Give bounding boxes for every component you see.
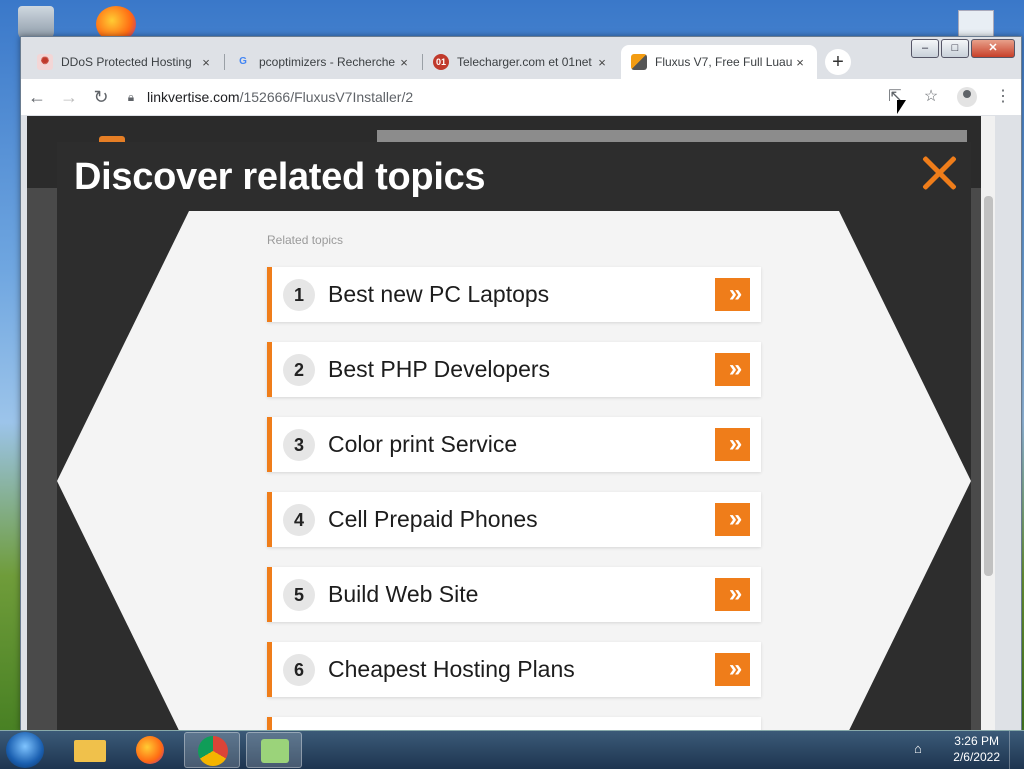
topic-label[interactable]: Color print Service	[328, 431, 715, 458]
tab-title: Telecharger.com et 01net	[457, 55, 592, 69]
tab-google-search[interactable]: G pcoptimizers - Recherche ×	[225, 45, 423, 79]
app-taskbar-icon[interactable]	[246, 732, 302, 768]
decor-left-chevron	[57, 211, 189, 481]
modal-title: Discover related topics	[74, 156, 486, 198]
page-viewport: Discover related topics Related topics 1…	[27, 116, 995, 731]
page-scrollbar[interactable]	[981, 116, 995, 731]
topic-item[interactable]: 5 Build Web Site »	[267, 567, 761, 622]
url-path: /152666/FluxusV7Installer/2	[239, 89, 414, 105]
decor-left-chevron	[57, 481, 189, 731]
clock-date: 2/6/2022	[953, 750, 1000, 764]
url-host: linkvertise.com	[147, 89, 240, 105]
close-tab-icon[interactable]: ×	[397, 55, 411, 70]
topic-item[interactable]: 3 Color print Service »	[267, 417, 761, 472]
browser-window: – □ ✕ ✺ DDoS Protected Hosting × G pcopt…	[20, 36, 1022, 732]
decor-right-chevron	[839, 481, 971, 731]
tab-ddos-hosting[interactable]: ✺ DDoS Protected Hosting ×	[27, 45, 225, 79]
tab-strip: ✺ DDoS Protected Hosting × G pcoptimizer…	[27, 45, 851, 79]
01net-favicon-icon: 01	[433, 54, 449, 70]
topic-item[interactable]: 4 Cell Prepaid Phones »	[267, 492, 761, 547]
topic-label[interactable]: Best PHP Developers	[328, 356, 715, 383]
bookmark-star-icon[interactable]: ☆	[913, 81, 949, 113]
new-tab-button[interactable]: +	[825, 49, 851, 75]
close-tab-icon[interactable]: ×	[793, 55, 807, 70]
topic-item[interactable]: 6 Cheapest Hosting Plans »	[267, 642, 761, 697]
topic-item-partial[interactable]	[267, 717, 761, 731]
minimize-button[interactable]: –	[911, 39, 939, 58]
topic-item[interactable]: 1 Best new PC Laptops »	[267, 267, 761, 322]
system-clock[interactable]: 3:26 PM 2/6/2022	[953, 733, 1000, 765]
topic-number: 1	[283, 278, 315, 311]
window-controls: – □ ✕	[911, 39, 1015, 58]
close-window-button[interactable]: ✕	[971, 39, 1015, 58]
tab-telecharger[interactable]: 01 Telecharger.com et 01net ×	[423, 45, 619, 79]
chrome-taskbar-icon[interactable]	[184, 732, 240, 768]
google-favicon-icon: G	[239, 56, 247, 67]
menu-kebab-icon[interactable]: ⋮	[985, 81, 1021, 113]
double-chevron-right-icon[interactable]: »	[715, 353, 750, 386]
topic-number: 2	[283, 353, 315, 386]
taskbar: ⌂ 3:26 PM 2/6/2022	[0, 730, 1024, 769]
close-tab-icon[interactable]: ×	[199, 55, 213, 70]
topic-label[interactable]: Cheapest Hosting Plans	[328, 656, 715, 683]
scroll-thumb[interactable]	[984, 196, 993, 576]
topic-label[interactable]: Best new PC Laptops	[328, 281, 715, 308]
topic-label[interactable]: Cell Prepaid Phones	[328, 506, 715, 533]
topic-label[interactable]: Build Web Site	[328, 581, 715, 608]
browser-toolbar: ← → ↻ 🔒︎ linkvertise.com/152666/FluxusV7…	[21, 79, 1021, 115]
mouse-cursor-icon	[897, 100, 906, 114]
ddos-favicon-icon: ✺	[37, 54, 53, 70]
lock-icon[interactable]: 🔒︎	[123, 90, 139, 105]
start-button-icon[interactable]	[6, 732, 44, 768]
related-topics-label: Related topics	[267, 233, 344, 247]
double-chevron-right-icon[interactable]: »	[715, 503, 750, 536]
topic-item[interactable]: 2 Best PHP Developers »	[267, 342, 761, 397]
double-chevron-right-icon[interactable]: »	[715, 578, 750, 611]
related-topics-modal: Discover related topics Related topics 1…	[57, 142, 971, 731]
topic-number: 6	[283, 653, 315, 686]
close-x-icon[interactable]	[921, 154, 957, 190]
topic-number: 3	[283, 428, 315, 461]
file-explorer-icon[interactable]	[62, 732, 118, 768]
tab-title: DDoS Protected Hosting	[61, 55, 192, 69]
double-chevron-right-icon[interactable]: »	[715, 653, 750, 686]
tab-title: pcoptimizers - Recherche	[259, 55, 396, 69]
tab-title: Fluxus V7, Free Full Luau	[655, 55, 793, 69]
maximize-button[interactable]: □	[941, 39, 969, 58]
tab-fluxus[interactable]: Fluxus V7, Free Full Luau ×	[621, 45, 817, 79]
decor-right-chevron	[839, 211, 971, 481]
show-desktop-button[interactable]	[1009, 731, 1024, 769]
double-chevron-right-icon[interactable]: »	[715, 278, 750, 311]
modal-header: Discover related topics	[57, 142, 971, 211]
back-arrow-icon[interactable]: ←	[21, 81, 53, 113]
topic-number: 4	[283, 503, 315, 536]
topic-list: 1 Best new PC Laptops » 2 Best PHP Devel…	[267, 267, 761, 731]
recycle-bin-icon[interactable]	[18, 6, 54, 40]
double-chevron-right-icon[interactable]: »	[715, 428, 750, 461]
close-tab-icon[interactable]: ×	[595, 55, 609, 70]
address-bar[interactable]: 🔒︎ linkvertise.com/152666/FluxusV7Instal…	[123, 83, 877, 111]
network-icon[interactable]: ⌂	[914, 741, 930, 757]
clock-time: 3:26 PM	[954, 734, 999, 748]
reload-icon[interactable]: ↻	[85, 81, 117, 113]
topic-number: 5	[283, 578, 315, 611]
forward-arrow-icon[interactable]: →	[53, 81, 85, 113]
share-icon[interactable]: ⇱	[877, 81, 913, 113]
profile-avatar-icon[interactable]	[949, 81, 985, 113]
fluxus-favicon-icon	[631, 54, 647, 70]
firefox-taskbar-icon[interactable]	[122, 732, 178, 768]
